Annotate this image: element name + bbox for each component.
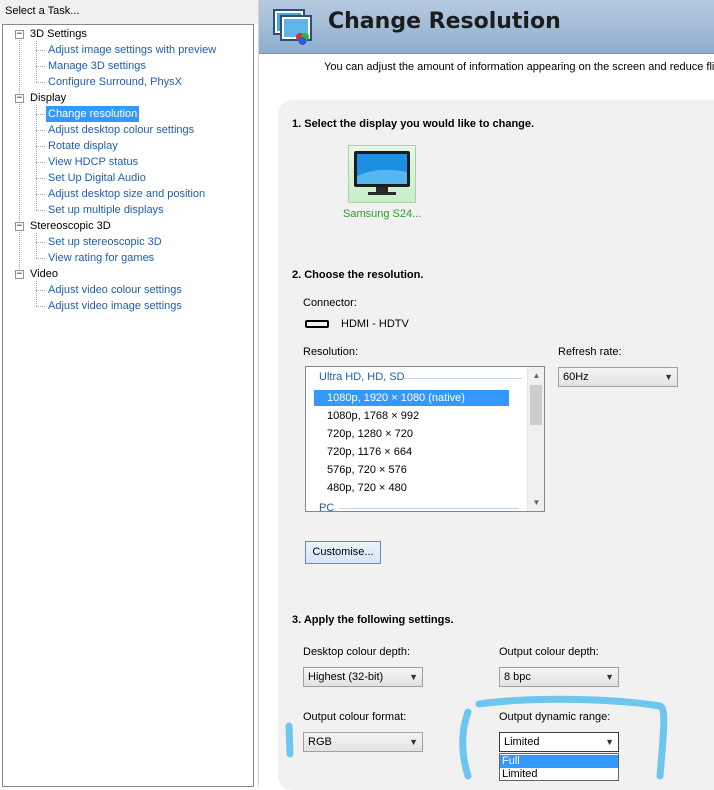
dropdown-arrow-icon: ▼: [409, 737, 418, 747]
tree-branch: [36, 258, 45, 259]
monitor-icon: [354, 151, 410, 195]
output-colour-format-select[interactable]: RGB ▼: [303, 732, 423, 752]
page-description: You can adjust the amount of information…: [324, 61, 714, 73]
output-colour-depth-select[interactable]: 8 bpc ▼: [499, 667, 619, 687]
resolution-group-header: Ultra HD, HD, SD: [319, 371, 405, 383]
page-banner: Change Resolution: [259, 0, 714, 54]
task-adjust-image-settings[interactable]: Adjust image settings with preview: [46, 42, 218, 58]
tree-connector: [36, 281, 37, 306]
tree-branch: [36, 114, 45, 115]
task-adjust-video-image[interactable]: Adjust video image settings: [46, 298, 184, 314]
resolution-item[interactable]: 480p, 720 × 480: [314, 480, 509, 496]
display-tile[interactable]: [348, 145, 416, 203]
tree-branch: [36, 306, 45, 307]
tree-branch: [36, 50, 45, 51]
nvidia-control-panel-icon: [273, 9, 312, 45]
task-rotate-display[interactable]: Rotate display: [46, 138, 120, 154]
category-3d-settings[interactable]: 3D Settings: [29, 26, 88, 42]
hdmi-connector-icon: [305, 320, 329, 328]
tree-branch: [36, 290, 45, 291]
task-set-up-digital-audio[interactable]: Set Up Digital Audio: [46, 170, 148, 186]
output-dynamic-range-label: Output dynamic range:: [499, 711, 611, 723]
output-dynamic-range-value: Limited: [504, 736, 540, 748]
resolution-list[interactable]: Ultra HD, HD, SD 1080p, 1920 × 1080 (nat…: [305, 366, 545, 512]
scroll-up-icon[interactable]: ▲: [528, 367, 544, 384]
section-apply-settings-title: 3. Apply the following settings.: [292, 614, 454, 626]
scrollbar-thumb[interactable]: [530, 385, 542, 425]
tree-branch: [36, 162, 45, 163]
desktop-colour-depth-value: Highest (32-bit): [308, 671, 384, 683]
scroll-down-icon[interactable]: ▼: [528, 494, 544, 511]
section-choose-resolution-title: 2. Choose the resolution.: [292, 269, 424, 281]
output-colour-depth-label: Output colour depth:: [499, 646, 599, 658]
resolution-item[interactable]: 576p, 720 × 576: [314, 462, 509, 478]
resolution-item[interactable]: 720p, 1280 × 720: [314, 426, 509, 442]
resolution-scrollbar[interactable]: ▲ ▼: [527, 367, 544, 511]
expander-video[interactable]: −: [15, 270, 24, 279]
task-view-hdcp-status[interactable]: View HDCP status: [46, 154, 140, 170]
content-pane: Change Resolution You can adjust the amo…: [258, 0, 714, 790]
resolution-item[interactable]: 720p, 1176 × 664: [314, 444, 509, 460]
group-divider: [339, 508, 519, 509]
expander-stereoscopic-3d[interactable]: −: [15, 222, 24, 231]
task-adjust-desktop-colour[interactable]: Adjust desktop colour settings: [46, 122, 196, 138]
task-tree[interactable]: − 3D Settings Adjust image settings with…: [2, 24, 254, 787]
tree-branch: [36, 210, 45, 211]
expander-3d-settings[interactable]: −: [15, 30, 24, 39]
dropdown-arrow-icon: ▼: [664, 372, 673, 382]
resolution-label: Resolution:: [303, 346, 359, 358]
task-set-up-multiple-displays[interactable]: Set up multiple displays: [46, 202, 166, 218]
refresh-rate-select[interactable]: 60Hz ▼: [558, 367, 678, 387]
task-change-resolution[interactable]: Change resolution: [46, 106, 140, 122]
task-pane: Select a Task... − 3D Settings Adjust im…: [0, 0, 258, 787]
task-adjust-desktop-size[interactable]: Adjust desktop size and position: [46, 186, 207, 202]
tree-branch: [36, 242, 45, 243]
tree-branch: [36, 146, 45, 147]
display-name[interactable]: Samsung S24...: [343, 208, 421, 220]
dropdown-option-full[interactable]: Full: [500, 755, 618, 768]
group-divider: [404, 378, 522, 379]
dropdown-arrow-icon: ▼: [409, 672, 418, 682]
tree-branch: [36, 194, 45, 195]
task-set-up-stereoscopic-3d[interactable]: Set up stereoscopic 3D: [46, 234, 164, 250]
output-dynamic-range-select[interactable]: Limited ▼: [499, 732, 619, 752]
refresh-rate-label: Refresh rate:: [558, 346, 622, 358]
connector-value: HDMI - HDTV: [341, 318, 409, 330]
tree-connector: [36, 41, 37, 82]
task-configure-surround[interactable]: Configure Surround, PhysX: [46, 74, 184, 90]
customise-button[interactable]: Customise...: [305, 541, 381, 564]
dropdown-arrow-icon: ▼: [605, 737, 614, 747]
dropdown-option-limited[interactable]: Limited: [500, 768, 618, 781]
output-colour-depth-value: 8 bpc: [504, 671, 531, 683]
category-video[interactable]: Video: [29, 266, 59, 282]
expander-display[interactable]: −: [15, 94, 24, 103]
refresh-rate-value: 60Hz: [563, 371, 589, 383]
desktop-colour-depth-label: Desktop colour depth:: [303, 646, 411, 658]
tree-branch: [36, 178, 45, 179]
output-colour-format-value: RGB: [308, 736, 332, 748]
resolution-item[interactable]: 1080p, 1920 × 1080 (native): [314, 390, 509, 406]
resolution-group-header: PC: [319, 502, 335, 512]
output-colour-format-label: Output colour format:: [303, 711, 407, 723]
task-pane-header: Select a Task...: [0, 0, 258, 24]
task-manage-3d-settings[interactable]: Manage 3D settings: [46, 58, 148, 74]
page-title: Change Resolution: [328, 9, 561, 34]
tree-connector: [36, 233, 37, 258]
tree-branch: [36, 82, 45, 83]
category-display[interactable]: Display: [29, 90, 67, 106]
section-select-display-title: 1. Select the display you would like to …: [292, 118, 535, 130]
desktop-colour-depth-select[interactable]: Highest (32-bit) ▼: [303, 667, 423, 687]
connector-label: Connector:: [303, 297, 357, 309]
dropdown-arrow-icon: ▼: [605, 672, 614, 682]
category-stereoscopic-3d[interactable]: Stereoscopic 3D: [29, 218, 112, 234]
tree-connector: [19, 35, 20, 275]
task-view-rating-for-games[interactable]: View rating for games: [46, 250, 156, 266]
dynamic-range-dropdown-list[interactable]: Full Limited: [499, 753, 619, 781]
task-adjust-video-colour[interactable]: Adjust video colour settings: [46, 282, 184, 298]
tree-branch: [36, 66, 45, 67]
tree-branch: [36, 130, 45, 131]
resolution-item[interactable]: 1080p, 1768 × 992: [314, 408, 509, 424]
